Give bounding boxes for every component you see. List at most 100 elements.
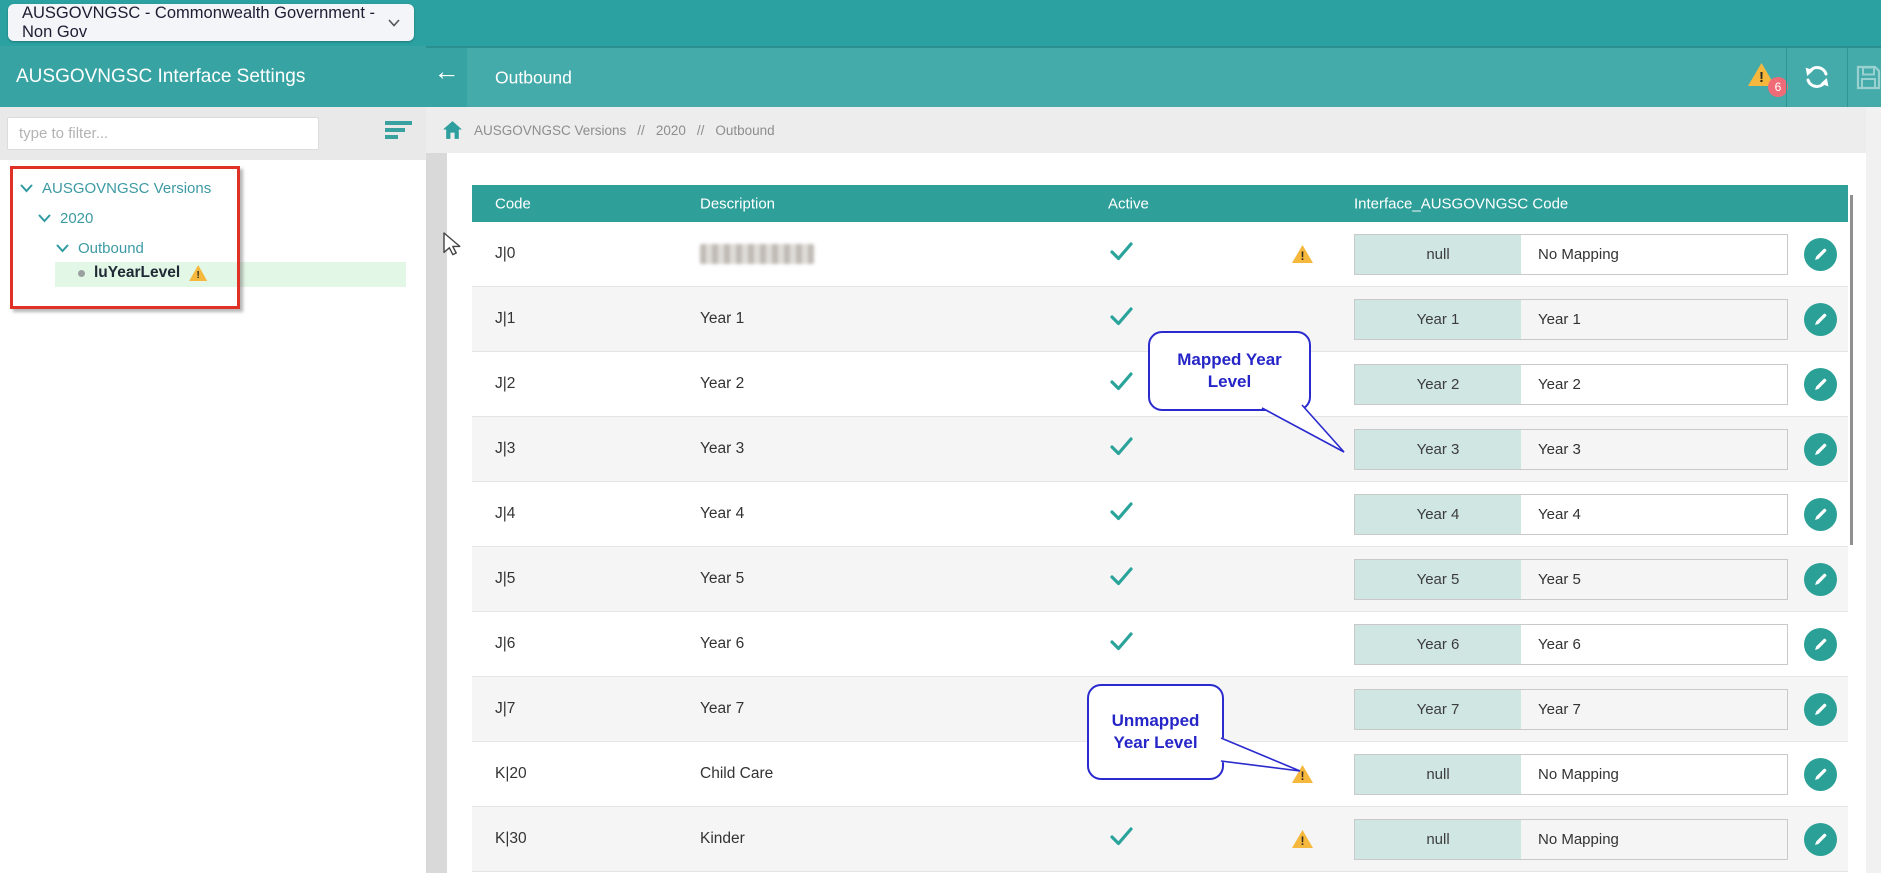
row-description: Child Care [700,765,774,782]
edit-button[interactable] [1804,368,1837,401]
school-selector-dropdown[interactable]: AUSGOVNGSC - Commonwealth Government - N… [8,4,414,41]
row-description: Year 7 [700,700,745,717]
mapping-field[interactable]: Year 3 Year 3 [1354,429,1788,470]
mapping-field[interactable]: Year 2 Year 2 [1354,364,1788,405]
warning-icon [1292,830,1313,848]
row-code: J|6 [495,635,516,652]
mapped-label: No Mapping [1538,766,1619,783]
edit-button[interactable] [1804,693,1837,726]
breadcrumb-item[interactable]: AUSGOVNGSC Versions [474,123,626,138]
page-header: Outbound 6 [467,48,1881,107]
row-code: J|1 [495,310,516,327]
callout-text: Unmapped Year Level [1111,710,1200,752]
table-row: J|5 Year 5 Year 5 Year 5 [472,547,1848,612]
edit-button[interactable] [1804,823,1837,856]
back-arrow-icon: ← [433,56,460,86]
mapped-label: Year 7 [1538,701,1581,718]
row-code: J|4 [495,505,516,522]
row-code: J|5 [495,570,516,587]
mapping-field[interactable]: Year 6 Year 6 [1354,624,1788,665]
row-code: K|20 [495,765,527,782]
table-header: Code Description Active Interface_AUSGOV… [472,185,1848,222]
mapping-field[interactable]: Year 7 Year 7 [1354,689,1788,730]
sidebar-header: AUSGOVNGSC Interface Settings [0,46,426,107]
mapping-field[interactable]: null No Mapping [1354,234,1788,275]
refresh-button[interactable] [1803,63,1831,91]
breadcrumb-separator: // [637,122,645,138]
row-code: J|3 [495,440,516,457]
back-button[interactable]: ← [426,48,467,107]
sidebar-filter-bar [0,107,426,160]
mapped-code: null [1355,235,1521,274]
mapped-label: Year 4 [1538,506,1581,523]
table-scrollbar-thumb[interactable] [1850,195,1853,545]
mapped-code: Year 5 [1355,560,1521,599]
column-header-description: Description [700,195,776,212]
mapped-label: Year 2 [1538,376,1581,393]
mapped-code: Year 7 [1355,690,1521,729]
edit-button[interactable] [1804,563,1837,596]
row-code: J|2 [495,375,516,392]
mapped-label: No Mapping [1538,831,1619,848]
chevron-down-icon [388,18,400,27]
mapping-field[interactable]: Year 1 Year 1 [1354,299,1788,340]
breadcrumb: AUSGOVNGSC Versions // 2020 // Outbound [426,107,1881,153]
row-code: J|7 [495,700,516,717]
row-code: J|0 [495,245,516,262]
active-check-icon [1108,827,1134,851]
table-row: K|30 Kinder null No Mapping [472,807,1848,872]
edit-button[interactable] [1804,758,1837,791]
callout-text: Mapped Year Level [1177,349,1282,391]
column-header-code: Code [495,195,531,212]
edit-button[interactable] [1804,303,1837,336]
mapping-field[interactable]: Year 4 Year 4 [1354,494,1788,535]
active-check-icon [1108,502,1134,526]
sort-filter-icon[interactable] [385,121,413,143]
home-icon[interactable] [442,120,463,140]
mapped-label: No Mapping [1538,246,1619,263]
mapped-code: Year 3 [1355,430,1521,469]
edit-button[interactable] [1804,498,1837,531]
mapped-label: Year 3 [1538,441,1581,458]
breadcrumb-item[interactable]: 2020 [656,123,686,138]
active-check-icon [1108,307,1134,331]
edit-button[interactable] [1804,433,1837,466]
redacted-description [700,244,814,264]
row-description: Year 2 [700,375,745,392]
warning-count-badge: 6 [1768,77,1788,97]
annotation-red-rectangle [10,166,240,309]
page-scrollbar-track[interactable] [1866,107,1881,873]
panel-splitter[interactable] [426,153,447,873]
filter-input[interactable] [7,117,319,150]
column-header-interface-code: Interface_AUSGOVNGSC Code [1354,195,1569,212]
mapping-field[interactable]: Year 5 Year 5 [1354,559,1788,600]
mapped-label: Year 1 [1538,311,1581,328]
table-row: J|6 Year 6 Year 6 Year 6 [472,612,1848,677]
school-selector-label: AUSGOVNGSC - Commonwealth Government - N… [22,3,376,41]
callout-mapped-year-level: Mapped Year Level [1148,331,1311,411]
mapping-field[interactable]: null No Mapping [1354,819,1788,860]
sidebar-tree: AUSGOVNGSC Versions 2020 Outbound luYear… [0,160,426,873]
top-bar: AUSGOVNGSC - Commonwealth Government - N… [0,0,1881,46]
row-description: Year 4 [700,505,745,522]
mapping-field[interactable]: null No Mapping [1354,754,1788,795]
breadcrumb-item[interactable]: Outbound [715,123,774,138]
active-check-icon [1108,437,1134,461]
mapped-code: null [1355,755,1521,794]
breadcrumb-separator: // [696,122,705,138]
row-description: Kinder [700,830,745,847]
sidebar-title: AUSGOVNGSC Interface Settings [16,65,306,87]
edit-button[interactable] [1804,628,1837,661]
row-description: Year 1 [700,310,745,327]
mapped-label: Year 6 [1538,636,1581,653]
mapped-code: Year 2 [1355,365,1521,404]
warning-icon [1292,245,1313,263]
mapped-code: Year 4 [1355,495,1521,534]
row-description: Year 6 [700,635,745,652]
save-icon-disabled[interactable] [1855,64,1881,96]
row-description: Year 5 [700,570,745,587]
warning-icon [1292,765,1313,783]
toolbar-divider [1786,48,1787,107]
edit-button[interactable] [1804,238,1837,271]
active-check-icon [1108,242,1134,266]
